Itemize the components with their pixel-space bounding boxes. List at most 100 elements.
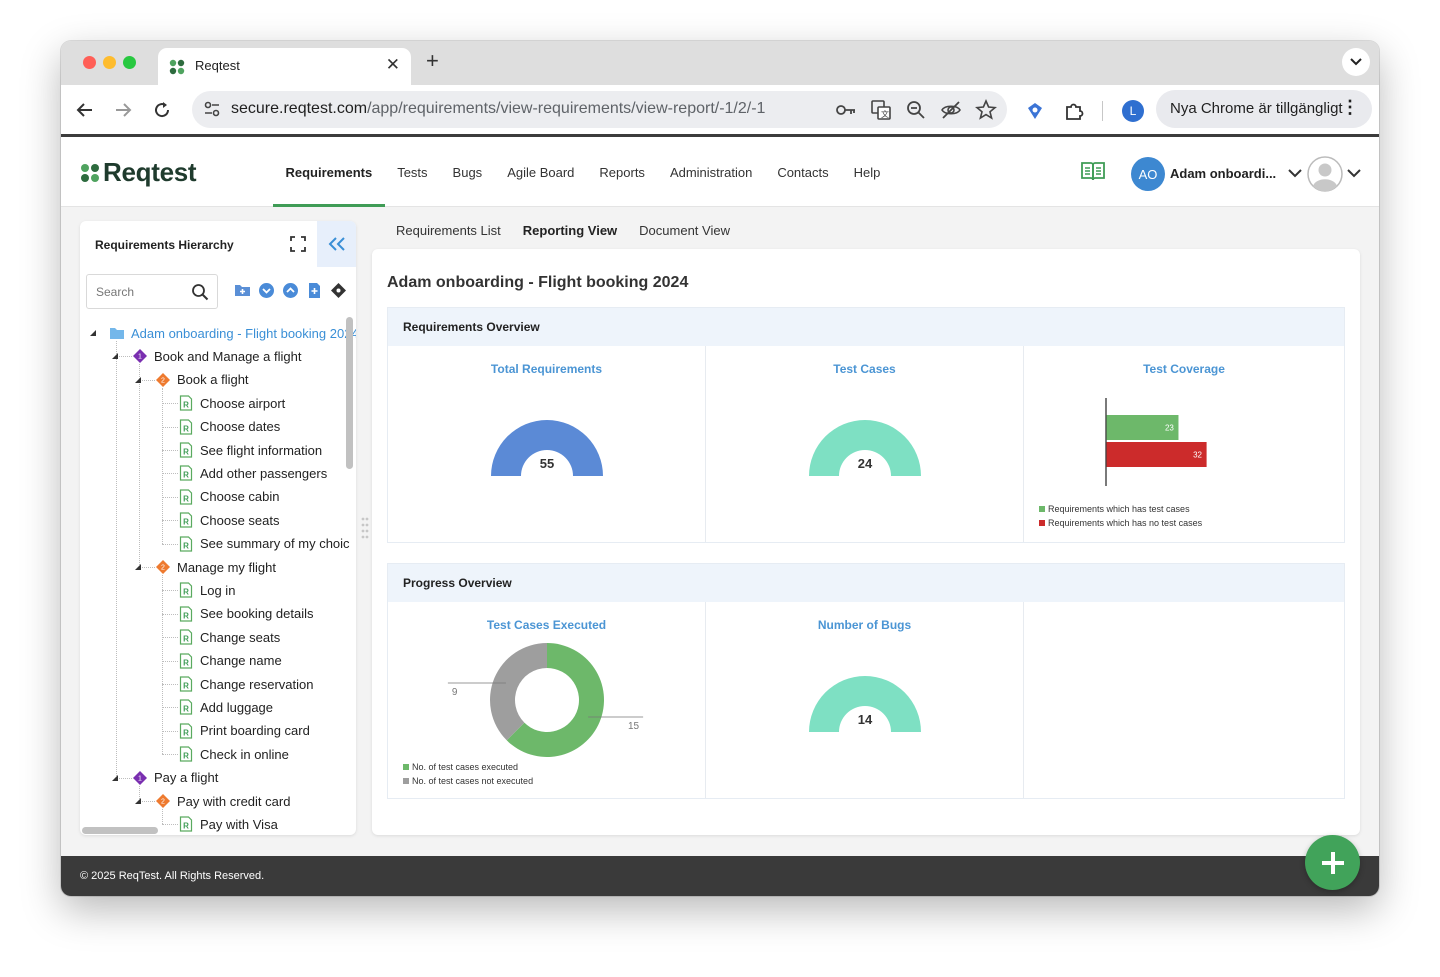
site-settings-icon[interactable] <box>202 99 222 119</box>
expand-toggle-icon[interactable] <box>134 376 142 384</box>
tab-search-button[interactable] <box>1342 48 1370 76</box>
close-tab-icon[interactable]: ✕ <box>386 55 400 75</box>
collapse-all-icon[interactable] <box>282 282 299 299</box>
more-menu-icon[interactable]: ⋮ <box>1341 98 1359 116</box>
tree-item-requirement[interactable]: R Add luggage <box>178 696 273 718</box>
tree-item-requirement[interactable]: R Pay with Visa <box>178 813 278 835</box>
coverage-bar-label: 32 <box>1193 451 1202 460</box>
nav-contacts[interactable]: Contacts <box>765 137 841 207</box>
tree-item-requirement[interactable]: R Change name <box>178 650 282 672</box>
expand-toggle-icon[interactable] <box>111 774 119 782</box>
tree-branch-line <box>162 426 178 428</box>
tab-document-view[interactable]: Document View <box>628 207 741 249</box>
plus-icon <box>1321 851 1344 874</box>
donut-slice[interactable] <box>490 643 547 741</box>
tree-branch-line <box>162 707 178 709</box>
tree-branch-line <box>162 730 178 732</box>
add-folder-icon[interactable] <box>234 282 251 299</box>
nav-bugs[interactable]: Bugs <box>440 137 495 207</box>
translate-icon[interactable]: 文 <box>870 99 892 121</box>
cell-title[interactable]: Test Cases Executed <box>388 618 705 632</box>
tree-item-requirement[interactable]: R See summary of my choic <box>178 533 350 555</box>
expand-toggle-icon[interactable] <box>111 352 119 360</box>
reqtest-app: Reqtest Requirements Tests Bugs Agile Bo… <box>61 137 1379 896</box>
add-document-icon[interactable] <box>306 282 323 299</box>
fullscreen-icon[interactable] <box>290 236 306 252</box>
cell-title[interactable]: Number of Bugs <box>706 618 1023 632</box>
tree-item-group[interactable]: 2 Manage my flight <box>155 556 276 578</box>
bookmark-star-icon[interactable] <box>975 99 997 121</box>
tree-item-requirement[interactable]: R Add other passengers <box>178 462 327 484</box>
tree-item-requirement[interactable]: R Change reservation <box>178 673 313 695</box>
url-text[interactable]: secure.reqtest.com/app/requirements/view… <box>231 100 765 118</box>
chrome-update-button[interactable]: Nya Chrome är tillgängligt ⋮ <box>1156 90 1372 128</box>
tree-item-group[interactable]: 2 Pay with credit card <box>155 790 290 812</box>
tree-item-requirement[interactable]: R Print boarding card <box>178 720 310 742</box>
reload-icon[interactable] <box>152 100 172 120</box>
zoom-icon[interactable] <box>905 99 927 121</box>
expand-all-icon[interactable] <box>258 282 275 299</box>
tree-item-group[interactable]: 2 Book a flight <box>155 369 249 391</box>
user-avatar[interactable]: AO <box>1131 157 1165 191</box>
chevron-down-icon[interactable] <box>1347 168 1361 178</box>
nav-agile-board[interactable]: Agile Board <box>495 137 587 207</box>
minimize-window-button[interactable] <box>103 56 116 69</box>
tree-item-label: See booking details <box>200 606 314 622</box>
expand-toggle-icon[interactable] <box>134 797 142 805</box>
nav-requirements[interactable]: Requirements <box>273 137 385 207</box>
resize-handle-icon[interactable] <box>360 516 370 542</box>
expand-toggle-icon[interactable] <box>89 329 97 337</box>
eye-off-icon[interactable] <box>940 99 962 121</box>
new-tab-button[interactable]: + <box>426 49 439 73</box>
coverage-bar[interactable] <box>1106 442 1207 467</box>
nav-help[interactable]: Help <box>841 137 893 207</box>
back-arrow-icon[interactable] <box>75 100 95 120</box>
address-bar[interactable]: secure.reqtest.com/app/requirements/view… <box>192 91 1007 128</box>
tree-item-label: See flight information <box>200 442 323 458</box>
documentation-book-icon[interactable] <box>1080 160 1106 182</box>
tree-item-requirement[interactable]: R Choose dates <box>178 416 280 438</box>
tree-item-requirement[interactable]: R Change seats <box>178 626 280 648</box>
add-button[interactable] <box>1305 835 1360 890</box>
tree-item-group[interactable]: 1 Book and Manage a flight <box>132 345 301 367</box>
cell-title[interactable]: Test Cases <box>706 362 1023 376</box>
close-window-button[interactable] <box>83 56 96 69</box>
search-input[interactable] <box>96 285 186 299</box>
move-node-icon[interactable] <box>330 282 347 299</box>
tree-item-requirement[interactable]: R Choose airport <box>178 392 285 414</box>
tab-reporting-view[interactable]: Reporting View <box>511 207 629 253</box>
cell-title[interactable]: Test Coverage <box>1024 362 1344 376</box>
nav-tests[interactable]: Tests <box>385 137 440 207</box>
tree-item-project[interactable]: Adam onboarding - Flight booking 2024 <box>109 322 356 344</box>
tree-vertical-scrollbar[interactable] <box>346 317 353 469</box>
profile-picture-icon[interactable] <box>1307 156 1343 192</box>
tree-item-requirement[interactable]: R Log in <box>178 579 235 601</box>
extension-shield-icon[interactable] <box>1024 100 1046 122</box>
forward-arrow-icon[interactable] <box>113 100 133 120</box>
tree-item-requirement[interactable]: R Choose seats <box>178 509 280 531</box>
tree-horizontal-scrollbar[interactable] <box>82 827 158 834</box>
zoom-window-button[interactable] <box>123 56 136 69</box>
legend-item: No. of test cases not executed <box>403 774 533 788</box>
chevron-down-icon[interactable] <box>1288 168 1302 178</box>
reqtest-logo[interactable]: Reqtest <box>80 157 197 188</box>
key-icon[interactable] <box>835 99 857 121</box>
tree-item-requirement[interactable]: R Check in online <box>178 743 289 765</box>
tree-item-requirement[interactable]: R Choose cabin <box>178 486 280 508</box>
tree-item-requirement[interactable]: R See flight information <box>178 439 322 461</box>
tree-branch-line <box>162 473 178 475</box>
browser-tab[interactable]: Reqtest ✕ <box>158 48 411 85</box>
tree-item-requirement[interactable]: R See booking details <box>178 603 313 625</box>
search-icon[interactable] <box>191 283 209 301</box>
collapse-panel-button[interactable] <box>317 221 356 267</box>
nav-reports[interactable]: Reports <box>587 137 658 207</box>
cell-title[interactable]: Total Requirements <box>388 362 705 376</box>
tab-requirements-list[interactable]: Requirements List <box>385 207 512 249</box>
expand-toggle-icon[interactable] <box>134 563 142 571</box>
user-name[interactable]: Adam onboardi... <box>1170 166 1276 181</box>
nav-administration[interactable]: Administration <box>657 137 764 207</box>
extensions-puzzle-icon[interactable] <box>1063 100 1085 122</box>
svg-text:R: R <box>183 752 189 761</box>
chrome-profile-avatar[interactable]: L <box>1122 100 1144 122</box>
tree-item-group[interactable]: 1 Pay a flight <box>132 767 218 789</box>
